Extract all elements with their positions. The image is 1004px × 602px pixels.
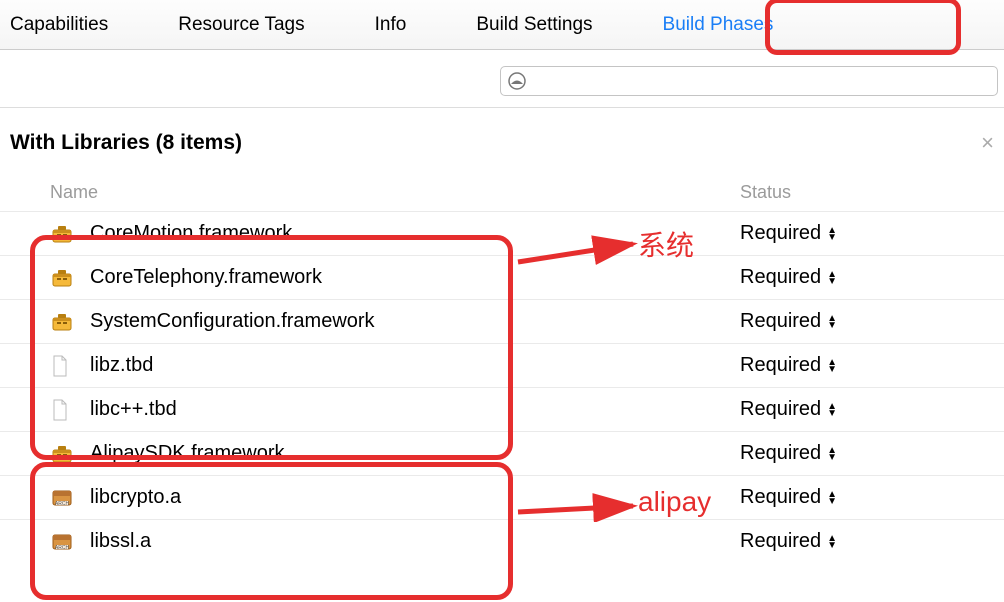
status-selector[interactable]: Required▲▼ — [740, 266, 860, 289]
tab-resource-tags[interactable]: Resource Tags — [178, 14, 304, 36]
library-name: libssl.a — [90, 530, 740, 553]
tab-build-phases[interactable]: Build Phases — [663, 14, 774, 36]
stepper-icon: ▲▼ — [827, 403, 837, 417]
library-name: SystemConfiguration.framework — [90, 310, 740, 333]
table-row[interactable]: ARCH libcrypto.aRequired▲▼ — [0, 475, 1004, 519]
status-selector[interactable]: Required▲▼ — [740, 310, 860, 333]
filter-icon — [507, 71, 527, 91]
framework-icon — [50, 312, 90, 332]
framework-icon — [50, 444, 90, 464]
archive-icon: ARCH — [50, 532, 90, 552]
status-selector[interactable]: Required▲▼ — [740, 398, 860, 421]
stepper-icon: ▲▼ — [827, 535, 837, 549]
tab-capabilities[interactable]: Capabilities — [10, 14, 108, 36]
table-row[interactable]: SystemConfiguration.frameworkRequired▲▼ — [0, 299, 1004, 343]
annotation-highlight-buildphases — [765, 0, 961, 55]
table-row[interactable]: libz.tbdRequired▲▼ — [0, 343, 1004, 387]
table-row[interactable]: ARCH libssl.aRequired▲▼ — [0, 519, 1004, 563]
archive-icon: ARCH — [50, 488, 90, 508]
svg-text:ARCH: ARCH — [55, 545, 70, 551]
library-name: libc++.tbd — [90, 398, 740, 421]
filter-field[interactable] — [500, 66, 998, 96]
table-row[interactable]: libc++.tbdRequired▲▼ — [0, 387, 1004, 431]
table-row[interactable]: CoreTelephony.frameworkRequired▲▼ — [0, 255, 1004, 299]
table-row[interactable]: AlipaySDK.frameworkRequired▲▼ — [0, 431, 1004, 475]
stepper-icon: ▲▼ — [827, 315, 837, 329]
column-status: Status — [740, 182, 791, 203]
library-name: CoreTelephony.framework — [90, 266, 740, 289]
column-name: Name — [50, 182, 740, 203]
library-name: CoreMotion.framework — [90, 222, 740, 245]
library-name: libz.tbd — [90, 354, 740, 377]
svg-text:ARCH: ARCH — [55, 501, 70, 507]
column-headers: Name Status — [0, 164, 1004, 211]
status-selector[interactable]: Required▲▼ — [740, 442, 860, 465]
library-name: AlipaySDK.framework — [90, 442, 740, 465]
file-icon — [50, 399, 90, 421]
filter-area — [0, 50, 1004, 108]
stepper-icon: ▲▼ — [827, 271, 837, 285]
section-title: With Libraries (8 items) — [10, 131, 242, 155]
framework-icon — [50, 268, 90, 288]
status-selector[interactable]: Required▲▼ — [740, 354, 860, 377]
tab-info[interactable]: Info — [375, 14, 407, 36]
table-row[interactable]: CoreMotion.frameworkRequired▲▼ — [0, 211, 1004, 255]
section-header[interactable]: With Libraries (8 items) × — [0, 108, 1004, 164]
file-icon — [50, 355, 90, 377]
tab-bar: Capabilities Resource Tags Info Build Se… — [0, 0, 1004, 50]
status-selector[interactable]: Required▲▼ — [740, 486, 860, 509]
stepper-icon: ▲▼ — [827, 227, 837, 241]
stepper-icon: ▲▼ — [827, 447, 837, 461]
stepper-icon: ▲▼ — [827, 359, 837, 373]
status-selector[interactable]: Required▲▼ — [740, 222, 860, 245]
status-selector[interactable]: Required▲▼ — [740, 530, 860, 553]
stepper-icon: ▲▼ — [827, 491, 837, 505]
close-icon[interactable]: × — [981, 130, 994, 156]
library-list: CoreMotion.frameworkRequired▲▼CoreTeleph… — [0, 211, 1004, 563]
tab-build-settings[interactable]: Build Settings — [476, 14, 592, 36]
library-name: libcrypto.a — [90, 486, 740, 509]
framework-icon — [50, 224, 90, 244]
